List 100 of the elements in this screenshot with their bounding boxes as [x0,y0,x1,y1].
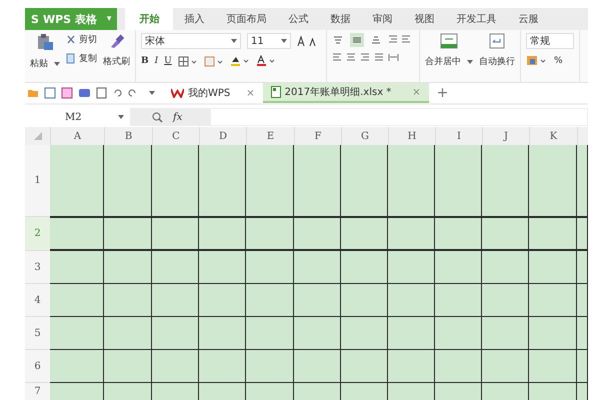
table-cell [50,145,104,217]
format-button[interactable]: U [164,56,172,66]
table-cell [341,145,388,217]
table-cell [482,350,529,383]
ribbon-tab[interactable]: 数据 [319,8,362,30]
align-bottom-icon[interactable] [370,35,382,45]
currency-icon[interactable] [526,55,548,67]
table-cell [577,350,588,383]
formula-input[interactable] [210,108,588,126]
table-cell [435,317,482,350]
row-header[interactable]: 4 [25,284,50,317]
table-cell [199,145,246,217]
table-cell [246,317,294,350]
table-cell [104,145,152,217]
table-cell [50,217,104,251]
table-cell [104,217,152,251]
ribbon-tab[interactable]: 视图 [403,8,446,30]
table-cell [294,217,341,251]
font-name-dropdown[interactable]: 宋体 [141,33,241,49]
table-cell [246,251,294,284]
clipboard-icon[interactable] [36,33,54,51]
fill-color-icon[interactable] [204,56,224,66]
paste-button[interactable]: 粘贴 [30,57,60,70]
table-cell [435,284,482,317]
table-cell [152,317,199,350]
caret-icon [281,39,287,43]
document-icon [66,53,76,64]
table-cell [529,251,577,284]
table-cell [199,317,246,350]
wrap-text-button[interactable]: 自动换行 [479,55,515,68]
table-cell [50,317,104,350]
quick-access-toolbar-icons[interactable] [27,87,155,99]
table-cell [577,251,588,284]
table-cell [246,284,294,317]
align-middle-icon[interactable] [350,33,364,47]
wrap-text-icon[interactable] [489,33,505,49]
table-cell [435,217,482,251]
align-top-icon[interactable] [332,35,344,45]
row-header[interactable]: 3 [25,251,50,284]
border-icon[interactable] [178,56,198,66]
merge-center-button[interactable]: 合并居中 [425,55,473,68]
format-button[interactable]: I [154,56,158,66]
table-cell [388,251,435,284]
function-button[interactable]: fx [173,112,182,122]
table-cell [294,284,341,317]
table-cell [529,284,577,317]
row-header[interactable]: 5 [25,317,50,350]
font-color-icon[interactable] [256,55,276,67]
row-header[interactable]: 7 [25,383,50,400]
table-cell [50,251,104,284]
table-cell [388,145,435,217]
document-tab[interactable]: 我的WPS [163,84,238,102]
caret-icon [118,115,124,119]
ribbon-tab[interactable]: 开发工具 [445,8,508,30]
table-cell [104,317,152,350]
table-cell [294,251,341,284]
row-header[interactable]: 2 [25,217,50,251]
table-cell [435,145,482,217]
row-header[interactable]: 1 [25,145,50,217]
ribbon-tab[interactable]: 云服 [507,8,550,30]
table-cell [199,217,246,251]
format-painter-button[interactable]: 格式刷 [103,55,130,68]
font-size-dropdown[interactable]: 11 [247,33,291,49]
document-tab[interactable]: 2017年账单明细.xlsx * × [262,83,429,103]
table-cell [341,284,388,317]
highlight-icon[interactable] [230,55,250,67]
ribbon-tab[interactable]: 页面布局 [215,8,278,30]
percent-button[interactable]: % [554,56,563,66]
close-tab-button[interactable]: × [246,88,255,98]
table-cell [294,317,341,350]
table-cell [152,284,199,317]
indent-icon[interactable] [388,35,412,45]
table-cell [482,217,529,251]
table-cell [577,317,588,350]
table-cell [341,350,388,383]
merge-cells-icon[interactable] [440,33,458,49]
table-cell [482,251,529,284]
cut-button[interactable]: 剪切 [66,33,97,46]
caret-icon [231,39,237,43]
scissors-icon [66,34,76,44]
row-header[interactable]: 6 [25,350,50,383]
format-button[interactable]: B [141,56,149,66]
table-cell [199,284,246,317]
table-cell [294,145,341,217]
table-cell [388,350,435,383]
ribbon-tab[interactable]: 插入 [173,8,216,30]
new-tab-button[interactable]: + [436,85,448,101]
w-logo-icon [171,88,184,98]
spreadsheet-file-icon [270,86,281,98]
ribbon-tab[interactable]: 审阅 [361,8,404,30]
ribbon-tab[interactable]: 公式 [277,8,320,30]
number-format-dropdown[interactable]: 常规 [526,33,574,49]
zoom-icon[interactable] [152,112,163,122]
table-cell [152,350,199,383]
table-cell [246,217,294,251]
table-cell [294,350,341,383]
copy-button[interactable]: 复制 [66,52,97,65]
table-cell [341,251,388,284]
ribbon-tab[interactable]: 开始 [125,8,174,30]
table-cell [435,350,482,383]
